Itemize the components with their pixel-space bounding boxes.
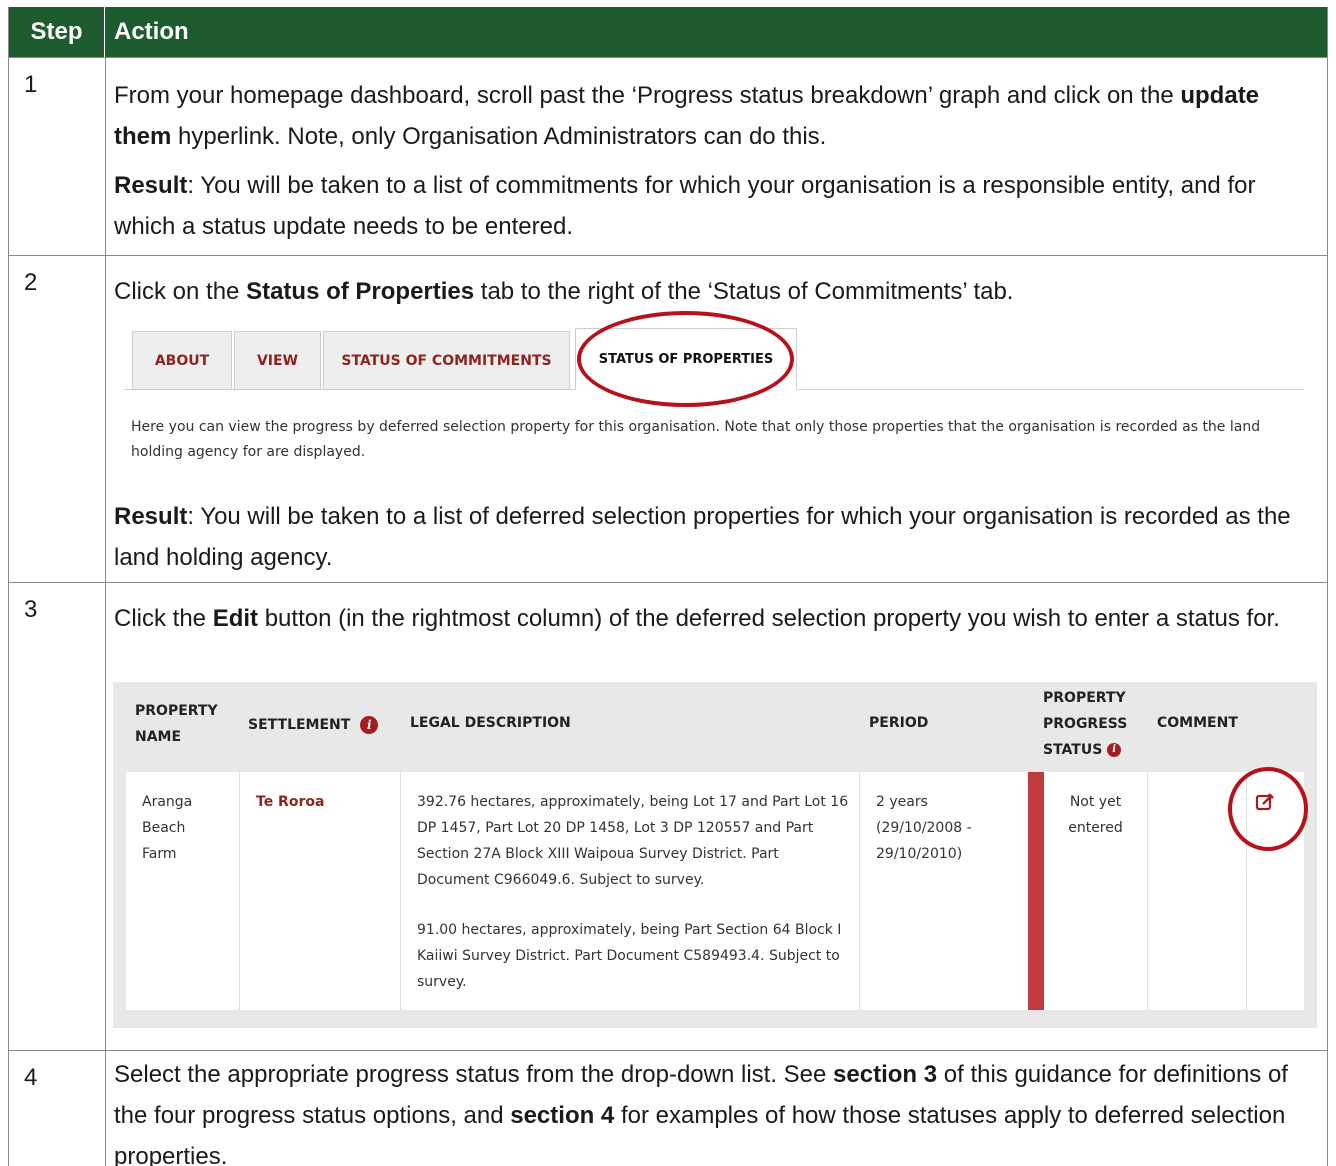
step-content: Click the Edit button (in the rightmost … [114,605,1280,632]
status-color-bar [1028,772,1044,1010]
info-icon[interactable]: i [360,716,379,734]
step-result: Result: You will be taken to a list of d… [114,503,1291,571]
cell-period: 2 years (29/10/2008 - 29/10/2010) [876,794,972,862]
tab-status-of-commitments[interactable]: STATUS OF COMMITMENTS [323,331,570,390]
step-row-1: 1 From your homepage dashboard, scroll p… [9,57,1327,255]
cell-property-name: Aranga Beach Farm [142,794,193,862]
step-number: 1 [24,71,38,98]
step-content: From your homepage dashboard, scroll pas… [114,82,1260,240]
col-property-name: PROPERTY NAME [135,703,218,745]
col-period: PERIOD [869,715,929,731]
step-row-4: 4 Select the appropriate progress status… [9,1050,1327,1166]
step-number: 3 [24,596,38,623]
tab-view[interactable]: VIEW [234,331,321,390]
col-legal-description: LEGAL DESCRIPTION [410,715,571,731]
col-comment: COMMENT [1157,715,1238,731]
header-step: Step [9,7,105,57]
cell-progress-status: Not yet entered [1068,794,1123,836]
step-number: 2 [24,269,38,296]
properties-table-screenshot: PROPERTY NAME SETTLEMENT i LEGAL DESCRIP… [113,682,1317,1028]
highlight-circle [1228,767,1308,851]
col-progress-status: PROPERTY PROGRESS STATUS i [1043,690,1128,758]
header-action: Action [114,18,189,45]
step-number: 4 [24,1064,38,1091]
table-header: Step Action [9,7,1327,57]
highlight-circle [577,311,794,407]
cell-legal-description: 392.76 hectares, approximately, being Lo… [417,794,849,990]
step-content: Select the appropriate progress status f… [114,1061,1288,1166]
tab-description: Here you can view the progress by deferr… [131,419,1261,460]
settlement-link[interactable]: Te Roroa [256,789,324,815]
table-row: Aranga Beach Farm Te Roroa 392.76 hectar… [126,772,1304,1010]
tab-about[interactable]: ABOUT [132,331,232,390]
info-icon[interactable]: i [1107,743,1122,757]
step-content: Click on the Status of Properties tab to… [114,278,1014,305]
col-settlement: SETTLEMENT i [248,712,379,738]
tabs-screenshot: ABOUT VIEW STATUS OF COMMITMENTS STATUS … [124,311,1304,466]
